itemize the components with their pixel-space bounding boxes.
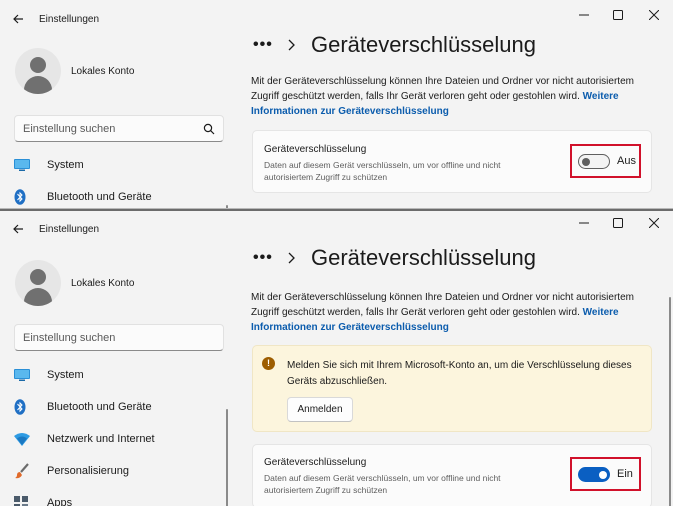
- back-button[interactable]: [8, 219, 28, 239]
- avatar[interactable]: [15, 48, 61, 94]
- minimize-icon: [579, 14, 589, 16]
- maximize-button[interactable]: [607, 6, 629, 24]
- search-input[interactable]: [23, 121, 193, 137]
- maximize-icon: [613, 218, 623, 228]
- breadcrumb: ••• Geräteverschlüsselung: [253, 245, 536, 271]
- network-icon: [14, 431, 40, 447]
- breadcrumb: ••• Geräteverschlüsselung: [253, 32, 536, 58]
- maximize-icon: [613, 10, 623, 20]
- app-title: Einstellungen: [39, 14, 100, 25]
- toggle-highlight-box: Ein: [570, 457, 641, 491]
- account-name: Lokales Konto: [71, 278, 135, 289]
- breadcrumb-overflow-button[interactable]: •••: [253, 36, 277, 54]
- sidebar-item-system[interactable]: System: [14, 361, 224, 389]
- sidebar-item-bluetooth[interactable]: Bluetooth und Geräte: [14, 393, 224, 421]
- sidebar-scrollbar[interactable]: [226, 409, 228, 506]
- avatar-head-icon: [30, 57, 46, 73]
- avatar-body-icon: [24, 288, 52, 306]
- title-bar: Einstellungen: [0, 211, 673, 247]
- back-arrow-icon: [13, 14, 23, 24]
- account-name: Lokales Konto: [71, 66, 135, 77]
- encryption-toggle[interactable]: [578, 467, 610, 482]
- chevron-right-icon: [283, 37, 299, 53]
- sidebar-item-apps[interactable]: Apps: [14, 489, 224, 506]
- chevron-right-icon: [283, 250, 299, 266]
- card-title: Geräteverschlüsselung: [264, 144, 367, 155]
- signin-warning-banner: ! Melden Sie sich mit Ihrem Microsoft-Ko…: [252, 345, 652, 432]
- breadcrumb-overflow-button[interactable]: •••: [253, 249, 277, 267]
- apps-icon: [14, 495, 40, 506]
- app-title: Einstellungen: [39, 224, 100, 235]
- close-icon: [649, 218, 659, 228]
- avatar-body-icon: [24, 76, 52, 94]
- toggle-state-label: Aus: [617, 155, 636, 167]
- description-text: Mit der Geräteverschlüsselung können Ihr…: [251, 76, 634, 102]
- sidebar-item-label: Apps: [47, 497, 73, 506]
- close-icon: [649, 10, 659, 20]
- minimize-icon: [579, 222, 589, 224]
- page-description: Mit der Geräteverschlüsselung können Ihr…: [251, 290, 651, 335]
- search-icon[interactable]: [203, 123, 215, 135]
- sidebar-item-label: Bluetooth und Geräte: [47, 191, 152, 203]
- card-title: Geräteverschlüsselung: [264, 457, 367, 468]
- search-box[interactable]: [14, 324, 224, 351]
- toggle-state-label: Ein: [617, 468, 633, 480]
- close-button[interactable]: [643, 6, 665, 24]
- sidebar-item-label: Netzwerk und Internet: [47, 433, 155, 445]
- sidebar-item-label: Personalisierung: [47, 465, 129, 477]
- content-scrollbar[interactable]: [669, 297, 671, 506]
- sidebar-item-label: System: [47, 159, 84, 171]
- sidebar-item-label: Bluetooth und Geräte: [47, 401, 152, 413]
- sidebar-item-network[interactable]: Netzwerk und Internet: [14, 425, 224, 453]
- page-title: Geräteverschlüsselung: [311, 32, 537, 57]
- sidebar-item-personalization[interactable]: Personalisierung: [14, 457, 224, 485]
- settings-window-after: Einstellungen Lokales Konto System Bluet…: [0, 209, 673, 506]
- warning-text: Melden Sie sich mit Ihrem Microsoft-Kont…: [287, 360, 632, 387]
- bluetooth-icon: [14, 399, 40, 415]
- maximize-button[interactable]: [607, 214, 629, 232]
- sidebar-item-label: System: [47, 369, 84, 381]
- encryption-toggle[interactable]: [578, 154, 610, 169]
- page-title: Geräteverschlüsselung: [311, 245, 537, 270]
- minimize-button[interactable]: [573, 6, 595, 24]
- avatar[interactable]: [15, 260, 61, 306]
- brush-icon: [14, 463, 40, 479]
- sign-in-button[interactable]: Anmelden: [287, 397, 353, 422]
- avatar-head-icon: [30, 269, 46, 285]
- toggle-knob: [582, 157, 590, 166]
- card-description: Daten auf diesem Gerät verschlüsseln, um…: [264, 160, 501, 182]
- search-input[interactable]: [23, 330, 193, 346]
- sidebar-item-bluetooth[interactable]: Bluetooth und Geräte: [14, 183, 224, 208]
- toggle-knob: [599, 470, 607, 479]
- bluetooth-icon: [14, 189, 40, 205]
- page-description: Mit der Geräteverschlüsselung können Ihr…: [251, 74, 651, 119]
- settings-window-before: Einstellungen Lokales Konto System Bluet…: [0, 0, 673, 209]
- back-arrow-icon: [13, 224, 23, 234]
- minimize-button[interactable]: [573, 214, 595, 232]
- warning-icon: !: [262, 357, 275, 370]
- description-text: Mit der Geräteverschlüsselung können Ihr…: [251, 292, 634, 318]
- back-button[interactable]: [8, 9, 28, 29]
- monitor-icon: [14, 367, 40, 383]
- card-description: Daten auf diesem Gerät verschlüsseln, um…: [264, 473, 501, 495]
- monitor-icon: [14, 157, 40, 173]
- toggle-highlight-box: Aus: [570, 144, 641, 178]
- search-box[interactable]: [14, 115, 224, 142]
- close-button[interactable]: [643, 214, 665, 232]
- title-bar: Einstellungen: [0, 0, 673, 36]
- sidebar-item-system[interactable]: System: [14, 151, 224, 179]
